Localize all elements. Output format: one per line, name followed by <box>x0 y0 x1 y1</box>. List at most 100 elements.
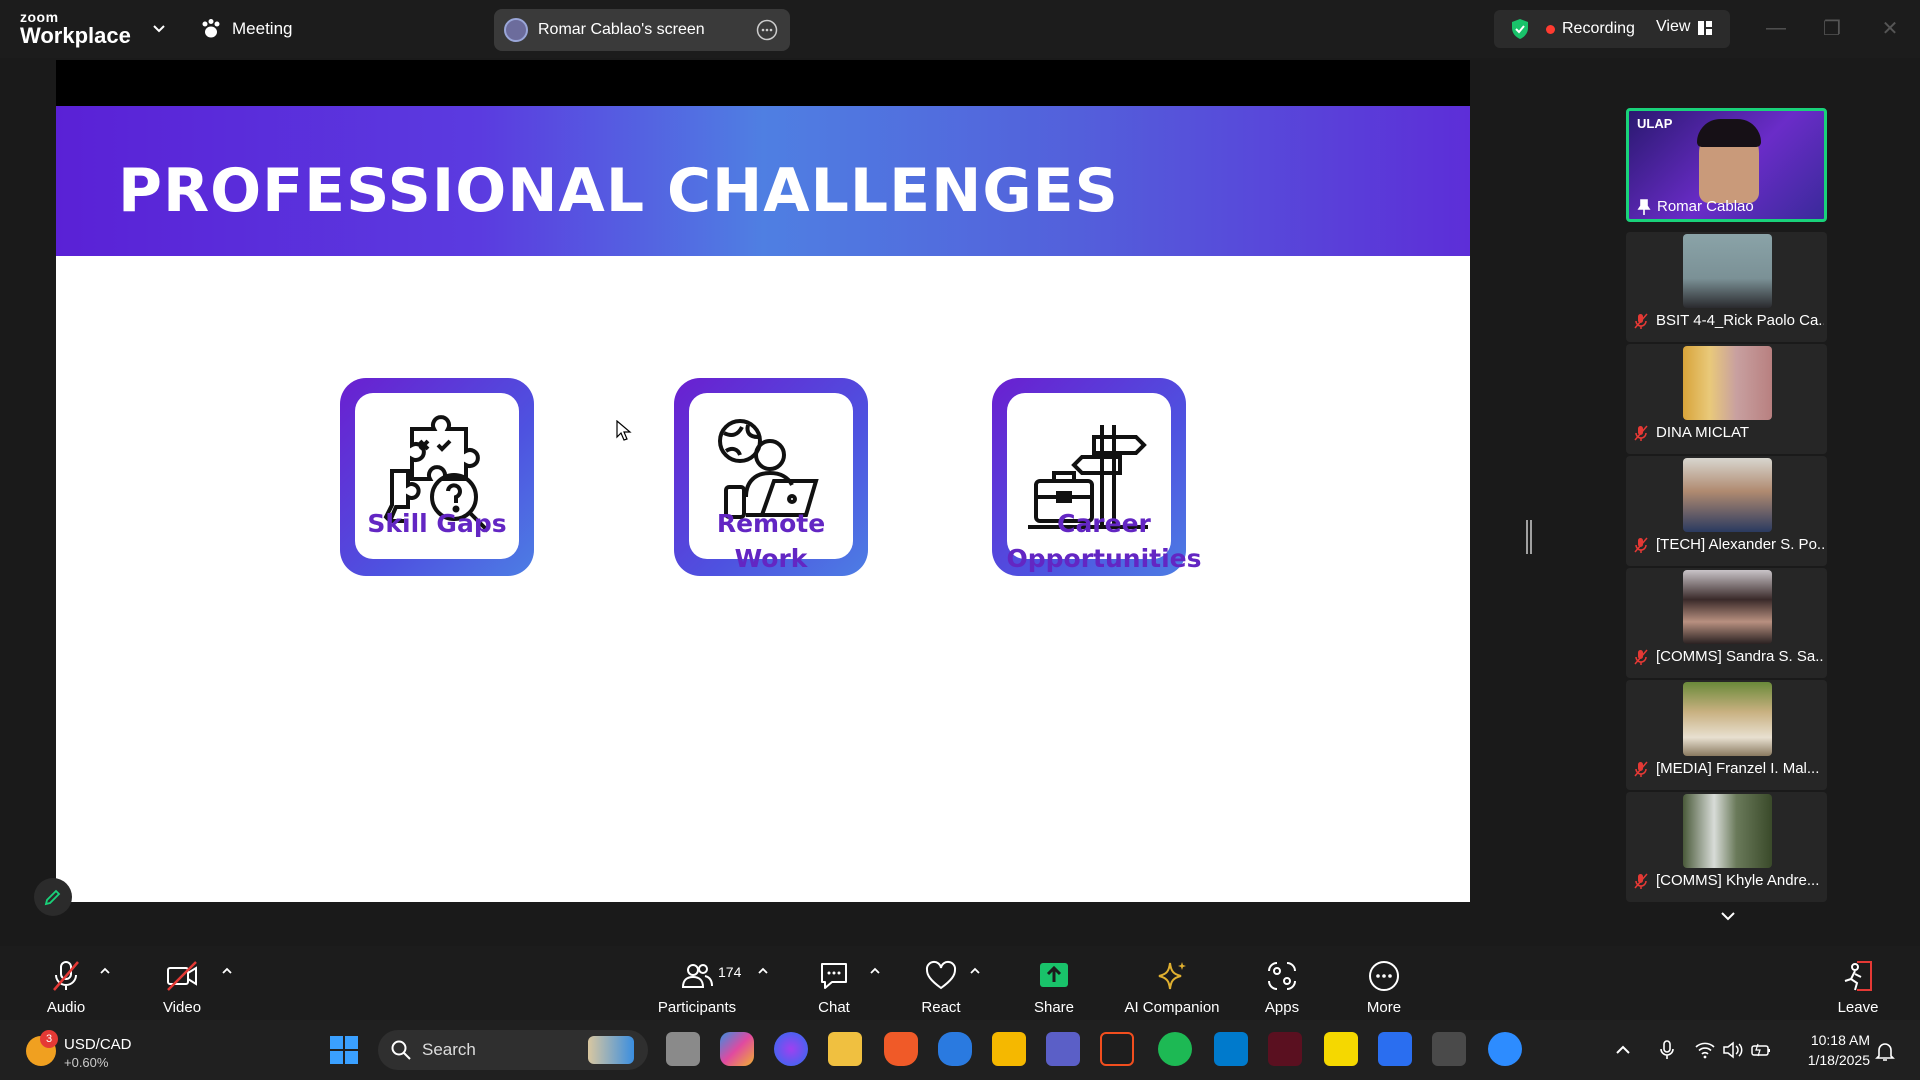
vscode-icon[interactable] <box>1214 1032 1248 1066</box>
brand-big: Workplace <box>20 23 131 48</box>
annotate-pen-button[interactable] <box>34 878 72 916</box>
active-speaker-tile[interactable]: ULAP Romar Cablao <box>1626 108 1827 222</box>
participant-tile[interactable]: [COMMS] Sandra S. Sa... <box>1626 568 1827 678</box>
speaker-hair <box>1697 119 1761 147</box>
participant-video <box>1683 794 1772 868</box>
card-label-line1: Skill Gaps <box>367 509 507 538</box>
career-opportunities-label: Career Opportunities <box>964 506 1244 576</box>
meeting-paw-icon <box>202 19 220 38</box>
microphone-icon[interactable] <box>1658 1039 1676 1061</box>
view-button[interactable]: View <box>1656 18 1690 36</box>
muted-mic-icon <box>1634 873 1648 889</box>
chat-button[interactable]: Chat <box>812 946 856 1020</box>
battery-icon[interactable] <box>1750 1041 1772 1059</box>
taskbar-search[interactable]: Search <box>378 1030 648 1070</box>
participant-tile[interactable]: [TECH] Alexander S. Po... <box>1626 456 1827 566</box>
recording-status[interactable]: Recording View <box>1494 10 1730 48</box>
snipping-tool-icon[interactable] <box>1432 1032 1466 1066</box>
chat-options-caret-icon[interactable] <box>868 964 882 978</box>
audio-label: Audio <box>46 999 86 1016</box>
system-clock[interactable]: 10:18 AM 1/18/2025 <box>1786 1030 1870 1070</box>
shield-check-icon[interactable] <box>1508 17 1532 41</box>
onedrive-icon[interactable] <box>938 1032 972 1066</box>
participant-video <box>1683 234 1772 308</box>
spotify-icon[interactable] <box>1158 1032 1192 1066</box>
remote-work-label: Remote Work <box>646 506 896 576</box>
card-label-line1: Career <box>1057 509 1151 538</box>
sparkle-icon <box>1158 962 1186 990</box>
meeting-menu[interactable]: Meeting <box>200 16 292 42</box>
ticker-symbol: USD/CAD <box>64 1036 132 1053</box>
brave-browser-icon[interactable] <box>884 1032 918 1066</box>
presentation-slide: PROFESSIONAL CHALLENGES Skill Gaps Remot… <box>56 106 1470 902</box>
panel-splitter-handle[interactable] <box>1526 520 1532 554</box>
restore-icon[interactable]: ❐ <box>1818 14 1846 42</box>
search-placeholder: Search <box>422 1040 476 1059</box>
participant-name: [COMMS] Sandra S. Sa... <box>1656 648 1824 665</box>
copilot-icon[interactable] <box>720 1032 754 1066</box>
apps-button[interactable]: Apps <box>1260 946 1304 1020</box>
trello-icon[interactable] <box>1378 1032 1412 1066</box>
screen-share-indicator[interactable]: Romar Cablao's screen <box>494 9 790 51</box>
ulap-banner: ULAP <box>1637 116 1673 131</box>
card-label-line2: Work <box>734 544 808 573</box>
screen-share-label: Romar Cablao's screen <box>538 21 705 38</box>
file-explorer-icon[interactable] <box>828 1032 862 1066</box>
chevron-down-icon[interactable] <box>1718 906 1738 926</box>
audio-options-caret-icon[interactable] <box>98 964 112 978</box>
participants-button[interactable]: Participants <box>656 946 738 1020</box>
app-icon[interactable] <box>1268 1032 1302 1066</box>
pin-icon <box>1637 198 1651 215</box>
participant-tile[interactable]: BSIT 4-4_Rick Paolo Ca... <box>1626 232 1827 342</box>
shared-screen[interactable]: PROFESSIONAL CHALLENGES Skill Gaps Remot… <box>56 60 1470 902</box>
leave-button[interactable]: Leave <box>1836 946 1880 1020</box>
participants-options-caret-icon[interactable] <box>756 964 770 978</box>
muted-mic-icon <box>1634 761 1648 777</box>
participants-count: 174 <box>718 964 742 980</box>
heart-icon <box>925 960 957 990</box>
figma-icon[interactable] <box>1100 1032 1134 1066</box>
participant-tile[interactable]: [MEDIA] Franzel I. Mal... <box>1626 680 1827 790</box>
muted-mic-icon <box>1634 537 1648 553</box>
zoom-workplace-logo[interactable]: zoom Workplace <box>20 10 131 47</box>
minimize-icon[interactable]: — <box>1762 14 1790 42</box>
messenger-icon[interactable] <box>774 1032 808 1066</box>
video-button[interactable]: Video <box>160 946 204 1020</box>
share-button[interactable]: Share <box>1030 946 1078 1020</box>
search-icon <box>391 1040 411 1060</box>
chevron-up-icon[interactable] <box>1614 1041 1632 1059</box>
card-label-line1: Remote <box>716 509 826 538</box>
chat-label: Chat <box>818 999 850 1016</box>
clock-date: 1/18/2025 <box>1807 1052 1870 1068</box>
teams-icon[interactable] <box>1046 1032 1080 1066</box>
pen-icon <box>44 889 61 906</box>
participant-video <box>1683 458 1772 532</box>
more-icon <box>1369 961 1399 991</box>
sticky-notes-icon[interactable] <box>1324 1032 1358 1066</box>
recording-dot <box>1546 25 1555 34</box>
zoom-taskbar-icon[interactable] <box>1488 1032 1522 1066</box>
react-label: React <box>921 999 961 1016</box>
grid-view-icon[interactable] <box>1697 20 1713 36</box>
react-options-caret-icon[interactable] <box>968 964 982 978</box>
speaker-icon[interactable] <box>1722 1041 1744 1059</box>
participant-tile[interactable]: DINA MICLAT <box>1626 344 1827 454</box>
notifications-bell-icon[interactable] <box>1874 1040 1896 1062</box>
wifi-icon[interactable] <box>1694 1041 1716 1059</box>
leave-door-icon <box>1844 961 1872 991</box>
task-view-icon[interactable] <box>666 1032 700 1066</box>
more-button[interactable]: More <box>1362 946 1406 1020</box>
windows-start-icon[interactable] <box>328 1034 360 1066</box>
audio-button[interactable]: Audio <box>44 946 88 1020</box>
participants-label: Participants <box>657 999 737 1016</box>
chevron-down-icon[interactable] <box>150 20 168 38</box>
react-button[interactable]: React <box>918 946 964 1020</box>
more-options-icon[interactable] <box>756 19 778 41</box>
participant-tile[interactable]: [COMMS] Khyle Andre... <box>1626 792 1827 902</box>
video-options-caret-icon[interactable] <box>220 964 234 978</box>
recording-label: Recording <box>1562 20 1635 37</box>
ai-companion-button[interactable]: AI Companion <box>1122 946 1222 1020</box>
ticker-widget[interactable]: 3 USD/CAD +0.60% <box>20 1028 132 1072</box>
google-keep-icon[interactable] <box>992 1032 1026 1066</box>
close-icon[interactable]: ✕ <box>1876 14 1904 42</box>
